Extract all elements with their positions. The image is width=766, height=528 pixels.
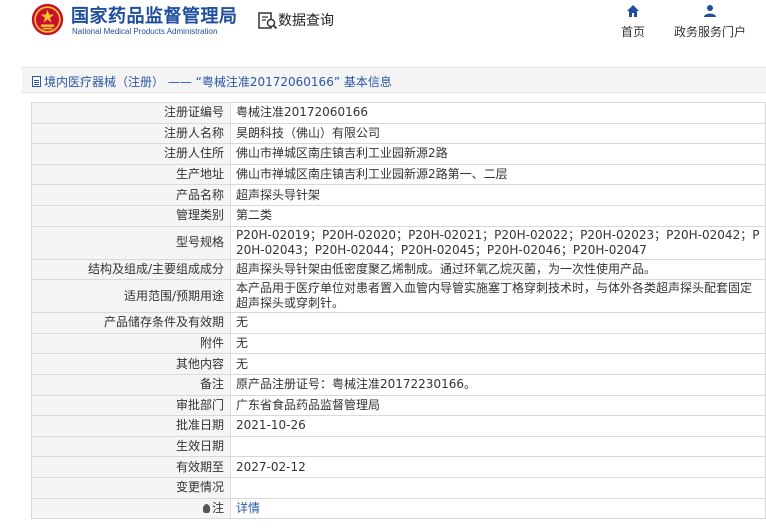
site-header: 国家药品监督管理局 National Medical Products Admi… bbox=[0, 0, 766, 58]
row-value: 佛山市禅城区南庄镇吉利工业园新源2路第一、二层 bbox=[230, 163, 766, 186]
row-label: 结构及组成/主要组成成分 bbox=[31, 258, 231, 281]
table-row: 生效日期 bbox=[31, 435, 766, 458]
data-query-icon[interactable] bbox=[258, 11, 278, 31]
user-icon bbox=[704, 5, 716, 17]
table-row: 注册人住所 佛山市禅城区南庄镇吉利工业园新源2路 bbox=[31, 143, 766, 165]
home-icon bbox=[627, 5, 639, 17]
row-value: 2027-02-12 bbox=[230, 456, 766, 478]
table-row: 注册证编号 粤械注准20172060166 bbox=[31, 102, 766, 124]
details-link[interactable]: 详情 bbox=[236, 501, 260, 515]
row-label: 生产地址 bbox=[31, 163, 231, 186]
row-label: 审批部门 bbox=[31, 394, 231, 417]
row-label: 产品储存条件及有效期 bbox=[31, 312, 231, 334]
row-label: 批准日期 bbox=[31, 415, 231, 437]
table-row: 有效期至 2027-02-12 bbox=[31, 456, 766, 478]
table-row: 管理类别 第二类 bbox=[31, 204, 766, 227]
table-row: 适用范围/预期用途 本产品用于医疗单位对患者置入血管内导管实施塞丁格穿刺技术时，与… bbox=[31, 279, 766, 314]
row-value: 粤械注准20172060166 bbox=[230, 102, 766, 124]
breadcrumb-text: 境内医疗器械（注册） —— “粤械注准20172060166” 基本信息 bbox=[32, 73, 392, 90]
nav-gov-portal-label: 政务服务门户 bbox=[673, 25, 746, 39]
row-value: 佛山市禅城区南庄镇吉利工业园新源2路 bbox=[230, 143, 766, 165]
row-label: 生效日期 bbox=[31, 435, 231, 458]
national-emblem-icon bbox=[31, 3, 64, 36]
table-row: 产品储存条件及有效期无 bbox=[31, 312, 766, 334]
org-name-en: National Medical Products Administration bbox=[72, 27, 218, 36]
row-value: P20H-02019；P20H-02020；P20H-02021；P20H-02… bbox=[230, 225, 766, 260]
table-row: 批准日期 2021-10-26 bbox=[31, 415, 766, 437]
row-value: 详情 bbox=[230, 497, 766, 520]
row-value: 无 bbox=[230, 312, 766, 334]
row-value bbox=[230, 476, 766, 499]
row-label: 注册证编号 bbox=[31, 102, 231, 124]
registration-info-table: 注册证编号 粤械注准20172060166 注册人名称 昊朗科技（佛山）有限公司 注… bbox=[31, 102, 766, 520]
row-label: 其他内容 bbox=[31, 353, 231, 375]
row-value: 无 bbox=[230, 332, 766, 355]
row-value: 超声探头导针架由低密度聚乙烯制成。通过环氧乙烷灭菌，为一次性使用产品。 bbox=[230, 258, 766, 281]
row-value: 广东省食品药品监督管理局 bbox=[230, 394, 766, 417]
row-label-note: 注 bbox=[31, 497, 231, 520]
table-row: 产品名称 超声探头导针架 bbox=[31, 184, 766, 206]
table-row: 变更情况 bbox=[31, 476, 766, 499]
row-value: 昊朗科技（佛山）有限公司 bbox=[230, 122, 766, 145]
row-value: 本产品用于医疗单位对患者置入血管内导管实施塞丁格穿刺技术时，与体外各类超声探头配… bbox=[230, 279, 766, 314]
row-value: 无 bbox=[230, 353, 766, 375]
nav-gov-portal[interactable]: 政务服务门户 bbox=[670, 4, 750, 40]
breadcrumb: 境内医疗器械（注册） —— “粤械注准20172060166” 基本信息 bbox=[22, 67, 766, 93]
data-query-link[interactable]: 数据查询 bbox=[278, 10, 334, 30]
row-value: 第二类 bbox=[230, 204, 766, 227]
table-row: 附件无 bbox=[31, 332, 766, 355]
table-row: 注 详情 bbox=[31, 497, 766, 520]
row-label: 产品名称 bbox=[31, 184, 231, 206]
bulb-icon bbox=[202, 503, 210, 513]
breadcrumb-label: 境内医疗器械（注册） —— “粤械注准20172060166” 基本信息 bbox=[44, 75, 392, 89]
row-label: 附件 bbox=[31, 332, 231, 355]
row-label: 备注 bbox=[31, 373, 231, 396]
nav-home[interactable]: 首页 bbox=[618, 4, 648, 40]
table-row: 型号规格 P20H-02019；P20H-02020；P20H-02021；P20… bbox=[31, 225, 766, 260]
table-row: 生产地址 佛山市禅城区南庄镇吉利工业园新源2路第一、二层 bbox=[31, 163, 766, 186]
document-icon bbox=[32, 76, 41, 87]
row-label: 型号规格 bbox=[31, 225, 231, 260]
table-row: 备注 原产品注册证号：粤械注准20172230166。 bbox=[31, 373, 766, 396]
row-label: 注册人住所 bbox=[31, 143, 231, 165]
row-label: 管理类别 bbox=[31, 204, 231, 227]
nav-home-label: 首页 bbox=[620, 25, 645, 39]
table-row: 审批部门 广东省食品药品监督管理局 bbox=[31, 394, 766, 417]
table-row: 其他内容无 bbox=[31, 353, 766, 375]
row-label: 注册人名称 bbox=[31, 122, 231, 145]
row-value bbox=[230, 435, 766, 458]
row-value: 原产品注册证号：粤械注准20172230166。 bbox=[230, 373, 766, 396]
row-value: 超声探头导针架 bbox=[230, 184, 766, 206]
table-row: 结构及组成/主要组成成分 超声探头导针架由低密度聚乙烯制成。通过环氧乙烷灭菌，为一… bbox=[31, 258, 766, 281]
row-label: 变更情况 bbox=[31, 476, 231, 499]
table-row: 注册人名称 昊朗科技（佛山）有限公司 bbox=[31, 122, 766, 145]
row-label: 适用范围/预期用途 bbox=[31, 279, 231, 314]
row-value: 2021-10-26 bbox=[230, 415, 766, 437]
row-label: 有效期至 bbox=[31, 456, 231, 478]
note-label: 注 bbox=[211, 500, 224, 515]
org-name-cn[interactable]: 国家药品监督管理局 bbox=[71, 2, 238, 28]
